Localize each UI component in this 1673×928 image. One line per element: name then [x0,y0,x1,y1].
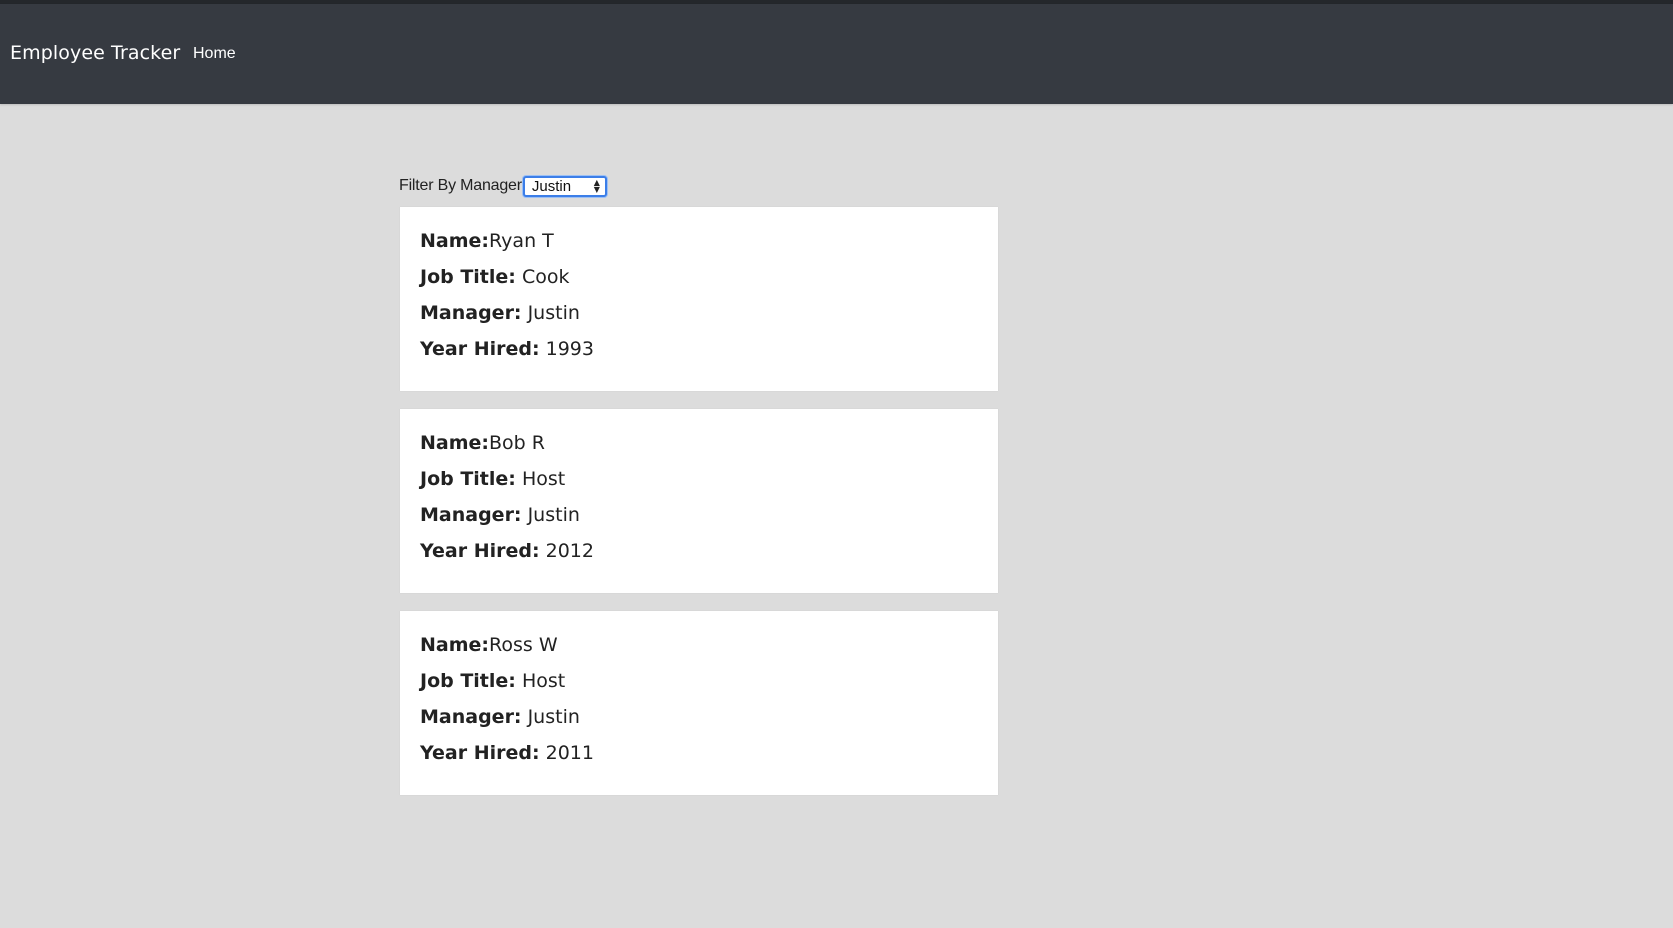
nav-link-home[interactable]: Home [193,45,236,63]
employee-card: Name:Ross W Job Title: Host Manager: Jus… [400,611,998,795]
employee-year-hired: Year Hired: 1993 [420,337,978,361]
employee-job-title: Job Title: Host [420,467,978,491]
manager-value: Justin [527,504,580,526]
job-title-label: Job Title: [420,468,516,490]
year-hired-label: Year Hired: [420,540,540,562]
name-label: Name: [420,634,490,656]
employee-card: Name:Ryan T Job Title: Cook Manager: Jus… [400,207,998,391]
filter-label: Filter By Manager [399,177,522,194]
name-label: Name: [420,432,490,454]
manager-value: Justin [527,706,580,728]
job-title-label: Job Title: [420,266,516,288]
year-hired-label: Year Hired: [420,338,540,360]
job-title-label: Job Title: [420,670,516,692]
employee-year-hired: Year Hired: 2011 [420,741,978,765]
job-title-value: Cook [521,266,570,288]
manager-label: Manager: [420,706,522,728]
employee-list: Name:Ryan T Job Title: Cook Manager: Jus… [400,207,998,813]
year-hired-value: 2011 [545,742,594,764]
job-title-value: Host [521,468,566,490]
manager-filter: Filter By Manager Justin ▲ ▼ [399,174,607,198]
brand-title[interactable]: Employee Tracker [10,42,180,64]
employee-manager: Manager: Justin [420,705,978,729]
manager-value: Justin [527,302,580,324]
name-value: Ryan T [489,230,554,252]
year-hired-label: Year Hired: [420,742,540,764]
manager-label: Manager: [420,302,522,324]
year-hired-value: 1993 [545,338,594,360]
name-value: Bob R [489,432,545,454]
year-hired-value: 2012 [545,540,594,562]
employee-name: Name:Ross W [420,633,978,657]
select-arrows-icon: ▲ ▼ [593,177,600,194]
employee-name: Name:Ryan T [420,229,978,253]
employee-manager: Manager: Justin [420,301,978,325]
employee-manager: Manager: Justin [420,503,978,527]
manager-label: Manager: [420,504,522,526]
navbar: Employee Tracker Home [0,4,1673,104]
name-label: Name: [420,230,490,252]
employee-year-hired: Year Hired: 2012 [420,539,978,563]
name-value: Ross W [489,634,558,656]
employee-job-title: Job Title: Host [420,669,978,693]
employee-card: Name:Bob R Job Title: Host Manager: Just… [400,409,998,593]
job-title-value: Host [521,670,566,692]
employee-name: Name:Bob R [420,431,978,455]
manager-select-value: Justin [531,177,572,195]
manager-select[interactable]: Justin ▲ ▼ [522,175,607,197]
employee-job-title: Job Title: Cook [420,265,978,289]
